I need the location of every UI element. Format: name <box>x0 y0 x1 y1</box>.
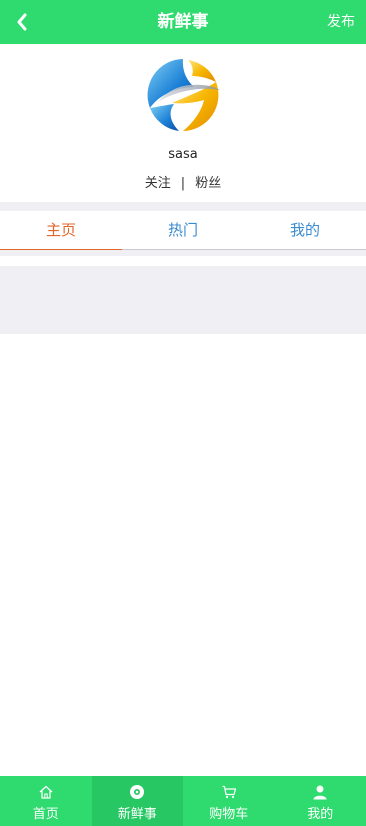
top-header: 新鲜事 发布 <box>0 0 366 44</box>
cart-icon <box>220 783 238 801</box>
nav-fresh-label: 新鲜事 <box>117 807 157 822</box>
tab-mine[interactable]: 我的 <box>244 211 366 249</box>
fresh-icon <box>128 783 146 801</box>
nav-home[interactable]: 首页 <box>0 776 92 826</box>
user-icon <box>311 783 329 801</box>
page: 新鲜事 发布 sasa 关注 | 粉丝 主页 热门 我的 首页 新鲜事 购物车 … <box>0 0 366 826</box>
nav-home-label: 首页 <box>32 807 59 822</box>
publish-button[interactable]: 发布 <box>327 0 355 44</box>
profile-section: sasa 关注 | 粉丝 <box>0 44 366 202</box>
fans-link[interactable]: 粉丝 <box>195 176 221 191</box>
tab-home[interactable]: 主页 <box>0 211 122 250</box>
section-divider <box>0 202 366 211</box>
tabs-divider <box>0 250 366 256</box>
nav-mine[interactable]: 我的 <box>275 776 366 826</box>
nav-fresh[interactable]: 新鲜事 <box>91 776 183 826</box>
nav-cart[interactable]: 购物车 <box>183 776 275 826</box>
follow-link[interactable]: 关注 <box>145 176 171 191</box>
separator: | <box>180 176 186 191</box>
follow-stats: 关注 | 粉丝 <box>0 172 366 191</box>
nav-mine-label: 我的 <box>307 807 334 822</box>
home-icon <box>37 783 55 801</box>
page-title: 新鲜事 <box>157 12 209 32</box>
bottom-nav: 首页 新鲜事 购物车 我的 <box>0 776 366 826</box>
tab-hot[interactable]: 热门 <box>122 211 244 249</box>
nav-cart-label: 购物车 <box>209 807 249 822</box>
avatar[interactable] <box>144 56 222 134</box>
content-tabs: 主页 热门 我的 <box>0 211 366 250</box>
empty-content-area <box>0 266 366 334</box>
username: sasa <box>168 147 198 162</box>
